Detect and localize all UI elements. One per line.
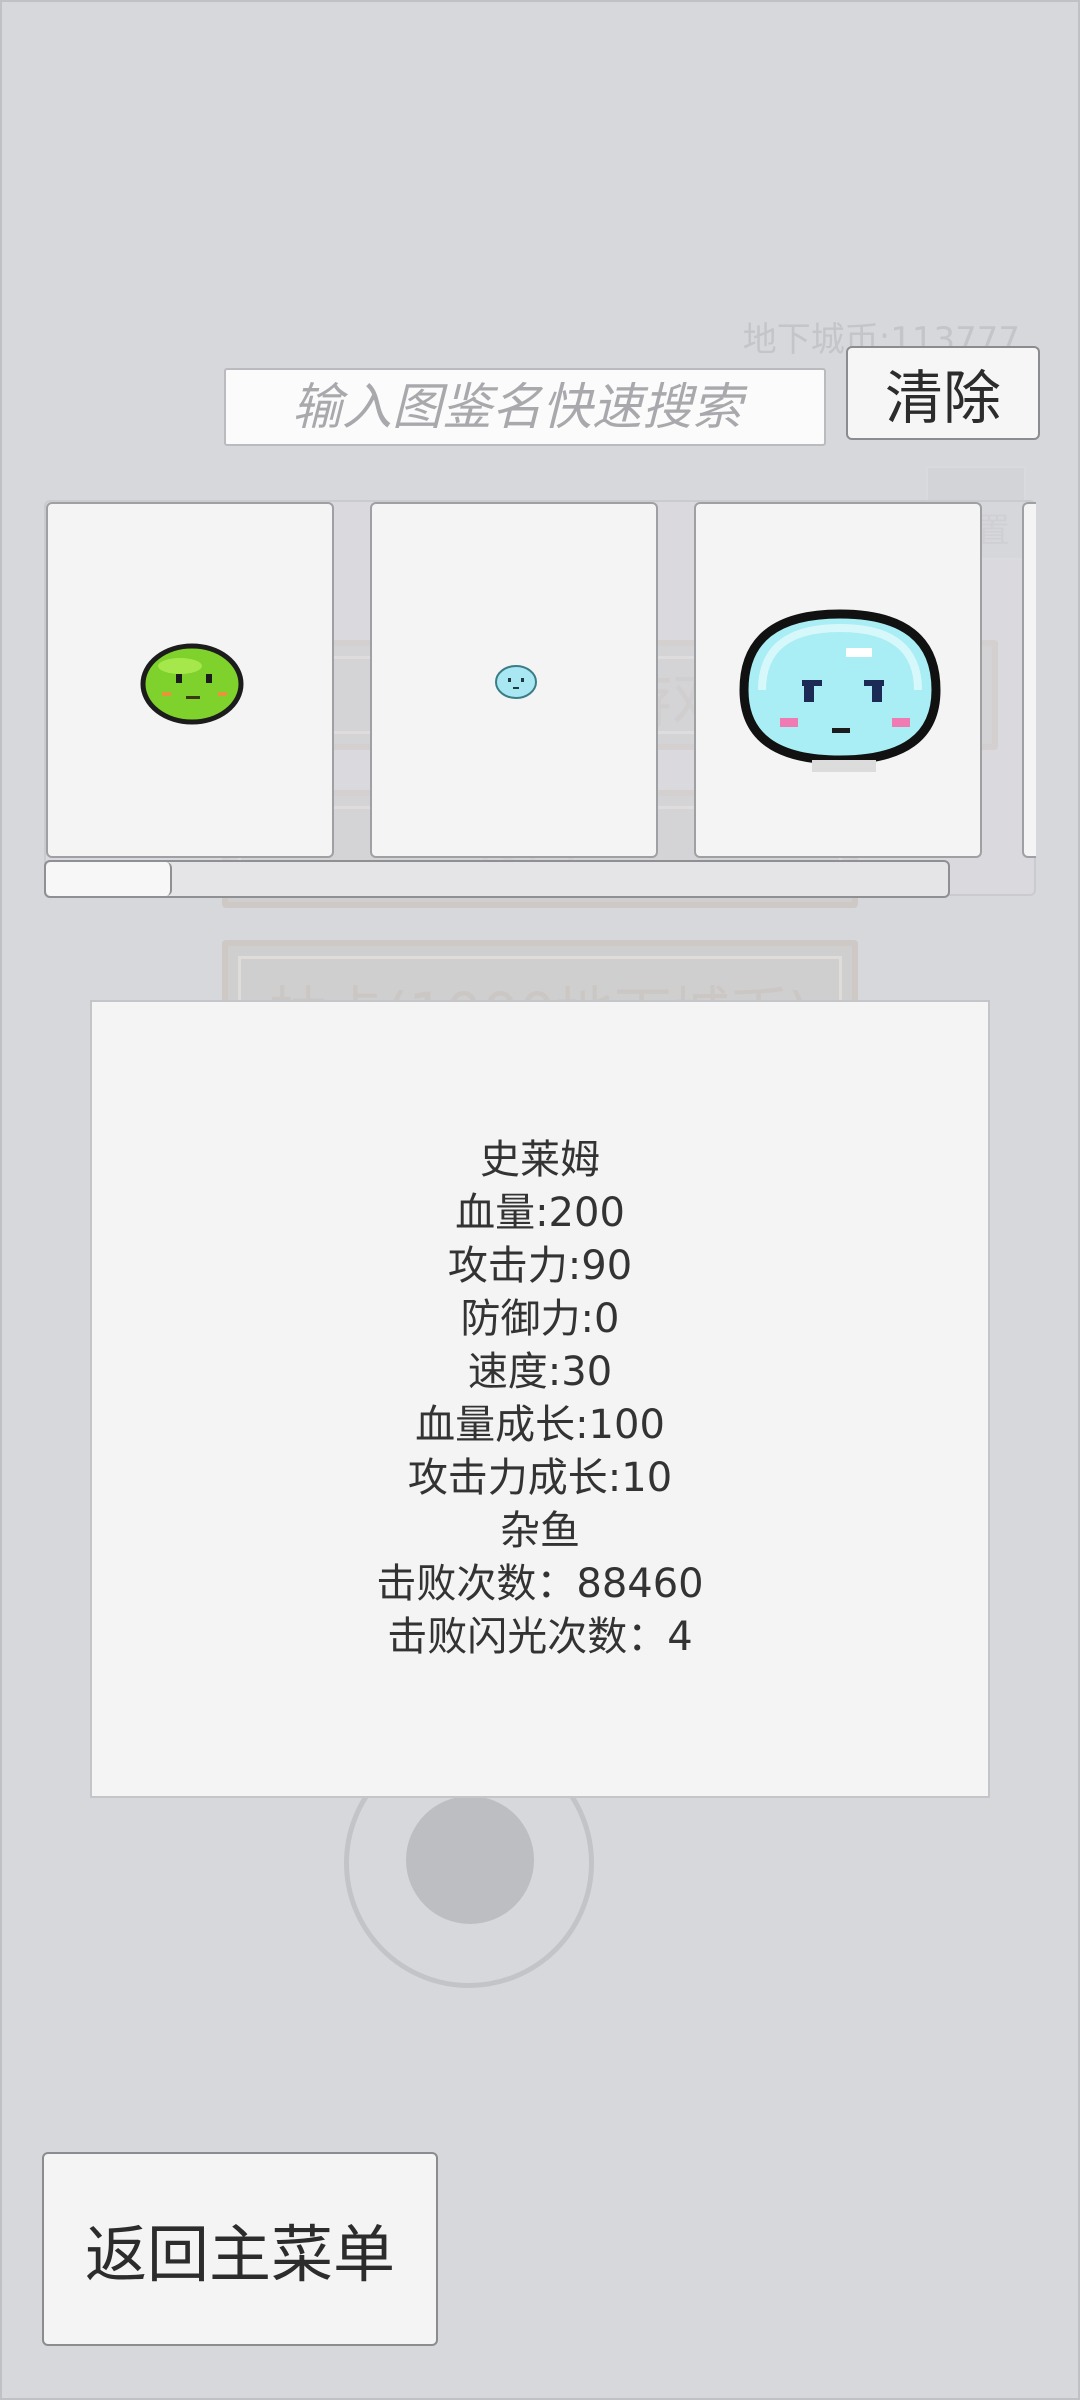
carousel-scroll-thumb[interactable] xyxy=(46,862,172,896)
carousel-scrollbar[interactable] xyxy=(44,860,950,898)
monster-attack-growth: 攻击力成长:10 xyxy=(407,1455,673,1501)
search-input[interactable] xyxy=(224,368,826,446)
green-slime-icon xyxy=(140,643,244,725)
monster-info-panel: 史莱姆 血量:200 攻击力:90 防御力:0 速度:30 血量成长:100 攻… xyxy=(90,1000,990,1798)
monster-hp: 血量:200 xyxy=(455,1190,625,1236)
monster-defense: 防御力:0 xyxy=(460,1296,620,1342)
monster-rank: 杂鱼 xyxy=(500,1508,580,1554)
monster-speed: 速度:30 xyxy=(467,1349,613,1395)
tiny-blue-slime-icon xyxy=(495,665,537,699)
monster-attack: 攻击力:90 xyxy=(447,1243,633,1289)
monster-card-small-blue-slime[interactable] xyxy=(370,502,658,858)
monster-card-next-partial[interactable] xyxy=(1022,502,1036,858)
monster-hp-growth: 血量成长:100 xyxy=(415,1402,665,1448)
monster-name: 史莱姆 xyxy=(480,1137,600,1183)
joystick-knob[interactable] xyxy=(406,1796,534,1924)
large-cyan-slime-icon xyxy=(739,609,941,772)
monster-card-big-cyan-slime[interactable] xyxy=(694,502,982,858)
monster-defeat-count: 击败次数：88460 xyxy=(376,1561,704,1607)
back-to-main-menu-button[interactable]: 返回主菜单 xyxy=(42,2152,438,2346)
clear-button[interactable]: 清除 xyxy=(846,346,1040,440)
monster-flash-defeat-count: 击败闪光次数：4 xyxy=(387,1614,693,1660)
monster-card-green-slime[interactable] xyxy=(46,502,334,858)
